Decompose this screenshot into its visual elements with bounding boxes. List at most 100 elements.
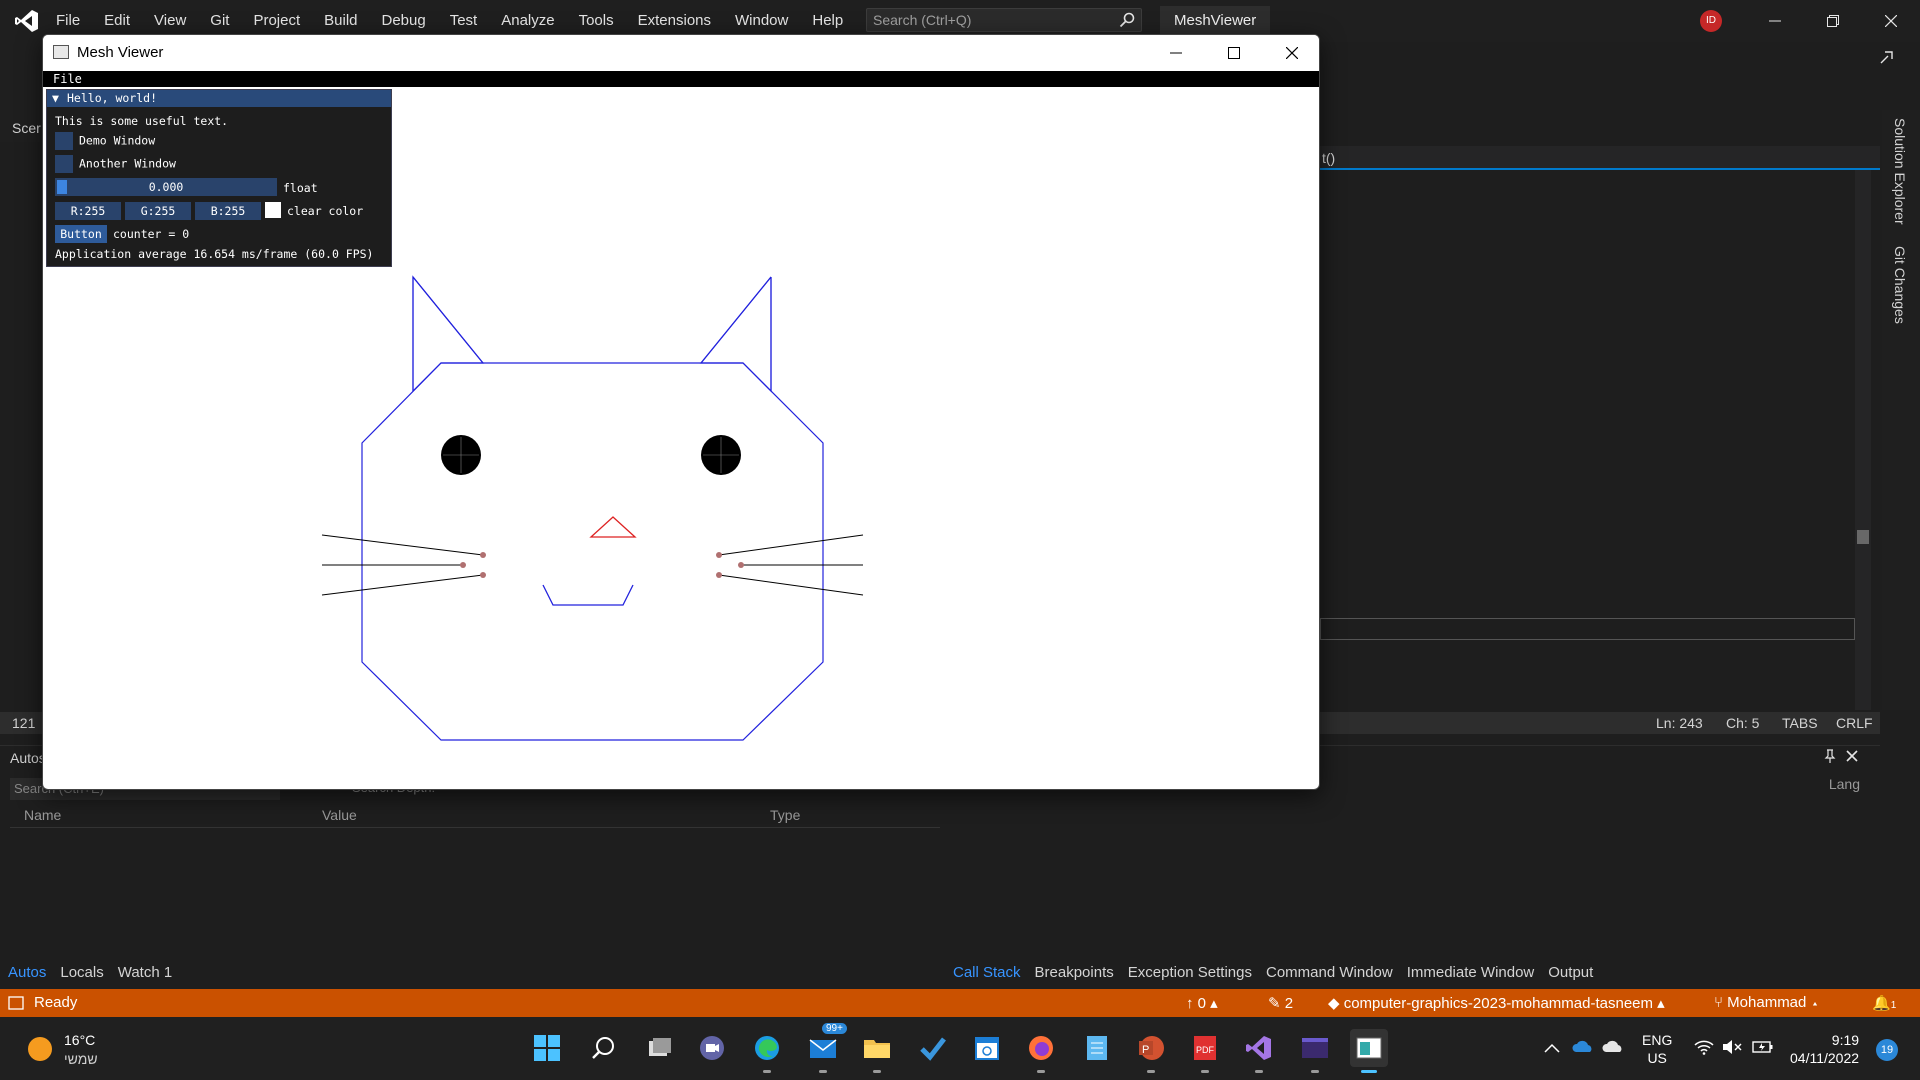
restore-button[interactable] <box>1804 0 1862 42</box>
task-view-icon[interactable] <box>640 1029 678 1067</box>
imgui-useful-text: This is some useful text. <box>55 114 229 128</box>
tab-exception-settings[interactable]: Exception Settings <box>1120 962 1258 984</box>
checkbox-demo-window[interactable]: Demo Window <box>55 132 155 150</box>
mesh-maximize-button[interactable] <box>1205 35 1263 71</box>
float-slider[interactable]: 0.000 <box>55 178 277 196</box>
running-indicator <box>1147 1070 1155 1073</box>
terminal-icon[interactable] <box>1296 1029 1334 1073</box>
tab-command-window[interactable]: Command Window <box>1258 962 1399 984</box>
imgui-button[interactable]: Button <box>55 225 107 243</box>
color-red-field[interactable]: R:255 <box>55 202 121 220</box>
scrollbar-thumb[interactable] <box>1857 530 1869 544</box>
member-dropdown[interactable]: t() <box>1322 150 1335 166</box>
clear-color-label: clear color <box>287 204 364 218</box>
tab-watch-1[interactable]: Watch 1 <box>110 962 178 984</box>
speaker-muted-icon[interactable] <box>1722 1039 1742 1058</box>
tab-autos[interactable]: Autos <box>0 962 52 984</box>
color-blue-field[interactable]: B:255 <box>195 202 261 220</box>
running-indicator <box>873 1070 881 1073</box>
close-button[interactable] <box>1862 0 1920 42</box>
line-indicator[interactable]: Ln: 243 <box>1656 715 1703 731</box>
notepad-icon[interactable] <box>1078 1029 1116 1067</box>
tab-call-stack[interactable]: Call Stack <box>945 962 1027 984</box>
tab-immediate-window[interactable]: Immediate Window <box>1399 962 1541 984</box>
whisker <box>321 574 484 596</box>
slider-label: float <box>283 181 318 195</box>
onedrive-icon[interactable] <box>1572 1039 1594 1056</box>
git-changes-tab[interactable]: Git Changes <box>1892 246 1908 324</box>
slider-grab[interactable] <box>57 180 67 194</box>
search-icon <box>1119 12 1135 28</box>
editor-scrollbar[interactable] <box>1855 170 1871 710</box>
visual-studio-taskbar-icon[interactable] <box>1240 1029 1278 1073</box>
column-language[interactable]: Lang <box>1829 776 1860 792</box>
repository-selector[interactable]: ◆ computer-graphics-2023-mohammad-tasnee… <box>1328 994 1665 1012</box>
mesh-viewer-title-bar[interactable]: Mesh Viewer <box>43 35 1319 71</box>
running-indicator <box>1311 1070 1319 1073</box>
vs-search-input[interactable]: Search (Ctrl+Q) <box>866 8 1142 32</box>
collapse-arrow-icon[interactable]: ▼ <box>52 91 59 105</box>
pin-icon[interactable] <box>1824 749 1836 766</box>
pdf-reader-icon[interactable]: PDF <box>1186 1029 1224 1073</box>
mesh-viewer-taskbar-icon[interactable] <box>1350 1029 1388 1073</box>
wifi-icon[interactable] <box>1694 1039 1714 1058</box>
calendar-app-icon[interactable] <box>968 1029 1006 1067</box>
onedrive-personal-icon[interactable] <box>1602 1039 1624 1056</box>
start-button-icon[interactable] <box>528 1029 566 1067</box>
column-value[interactable]: Value <box>322 807 357 823</box>
minimize-button[interactable] <box>1746 0 1804 42</box>
clock[interactable]: 9:19 04/11/2022 <box>1790 1031 1859 1067</box>
push-count: 0 <box>1197 995 1207 1012</box>
powerpoint-icon[interactable]: P <box>1132 1029 1170 1073</box>
weather-condition[interactable]: שמשי <box>64 1051 98 1067</box>
battery-charging-icon[interactable] <box>1752 1039 1774 1058</box>
mail-icon[interactable]: 99+ <box>804 1023 847 1073</box>
imgui-title-bar[interactable]: ▼ Hello, world! <box>47 90 391 107</box>
eye-highlight <box>443 437 739 473</box>
firefox-icon[interactable] <box>1022 1029 1060 1073</box>
live-share-icon[interactable] <box>1878 48 1896 69</box>
teams-chat-icon[interactable] <box>693 1029 731 1067</box>
todo-app-icon[interactable] <box>914 1029 952 1067</box>
color-swatch[interactable] <box>265 202 281 218</box>
branch-selector[interactable]: ⑂ Mohammad ▴ <box>1714 994 1820 1011</box>
mesh-menu-file[interactable]: File <box>53 72 82 86</box>
whisker <box>718 534 864 556</box>
solution-explorer-tab[interactable]: Solution Explorer <box>1892 118 1908 225</box>
close-panel-icon[interactable] <box>1846 750 1858 765</box>
mesh-viewer-window: Mesh Viewer File ▼ Hello, world! This is… <box>42 34 1320 790</box>
user-avatar[interactable]: ID <box>1700 10 1722 32</box>
weather-temperature[interactable]: 16°C <box>64 1032 95 1048</box>
line-ending-indicator[interactable]: CRLF <box>1836 715 1873 731</box>
indentation-indicator[interactable]: TABS <box>1782 715 1818 731</box>
weather-sun-icon[interactable] <box>28 1037 52 1061</box>
editor-input-box[interactable] <box>1320 618 1855 640</box>
checkbox-another-window[interactable]: Another Window <box>55 155 176 173</box>
running-indicator <box>819 1070 827 1073</box>
running-indicator <box>1037 1070 1045 1073</box>
taskbar-search-icon[interactable] <box>584 1029 622 1067</box>
visual-studio-logo-icon[interactable] <box>14 8 40 34</box>
column-name[interactable]: Name <box>24 807 61 823</box>
tray-overflow-chevron-icon[interactable] <box>1544 1041 1560 1056</box>
mesh-close-button[interactable] <box>1263 35 1319 71</box>
mesh-minimize-button[interactable] <box>1147 35 1205 71</box>
tab-output[interactable]: Output <box>1540 962 1599 984</box>
column-type[interactable]: Type <box>770 807 800 823</box>
input-language-indicator[interactable]: ENG US <box>1642 1031 1672 1067</box>
solution-name: MeshViewer <box>1160 6 1271 36</box>
editor-tab-label[interactable]: Scer <box>12 120 41 136</box>
edge-browser-icon[interactable] <box>748 1029 786 1073</box>
notifications-button[interactable]: 🔔1 <box>1872 994 1896 1012</box>
pending-changes-indicator[interactable]: ✎ 2 <box>1268 994 1293 1012</box>
column-indicator[interactable]: Ch: 5 <box>1726 715 1759 731</box>
checkbox-box[interactable] <box>55 155 73 173</box>
tab-breakpoints[interactable]: Breakpoints <box>1027 962 1120 984</box>
imgui-title: Hello, world! <box>67 91 158 105</box>
notification-center-badge[interactable]: 19 <box>1876 1039 1898 1061</box>
tab-locals[interactable]: Locals <box>52 962 109 984</box>
push-commits-indicator[interactable]: ↑ 0 ▴ <box>1186 994 1218 1012</box>
checkbox-box[interactable] <box>55 132 73 150</box>
color-green-field[interactable]: G:255 <box>125 202 191 220</box>
file-explorer-icon[interactable] <box>858 1029 896 1073</box>
